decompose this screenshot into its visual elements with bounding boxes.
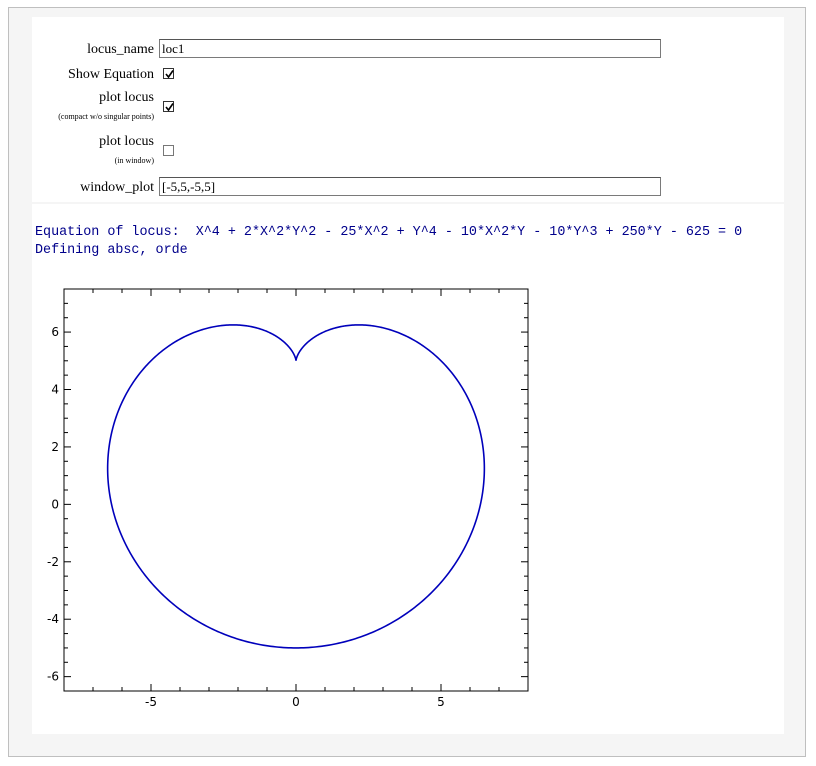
show-equation-label: Show Equation (68, 67, 154, 82)
y-tick-label: 6 (51, 325, 59, 339)
locus-plot: -5 0 5 -6 -4 -2 0 2 4 6 (47, 288, 529, 709)
locus-curve (106, 324, 486, 649)
plot-frame (63, 288, 529, 692)
plot-locus-window-checkbox[interactable] (163, 145, 174, 156)
y-tick-label: -4 (47, 612, 59, 626)
locus-name-input[interactable] (159, 39, 661, 58)
plot-locus-window-sublabel: (in window) (114, 156, 154, 165)
x-tick-label: -5 (145, 695, 157, 709)
show-equation-checkbox[interactable] (163, 68, 174, 79)
output-area: Equation of locus: X^4 + 2*X^2*Y^2 - 25*… (32, 204, 784, 734)
checkmark-icon (165, 70, 174, 79)
window-plot-input[interactable] (159, 177, 661, 196)
x-tick-label: 0 (292, 695, 300, 709)
plot-locus-compact-checkbox[interactable] (163, 101, 174, 112)
y-tick-label: -2 (47, 555, 59, 569)
y-tick-label: 0 (51, 497, 59, 511)
interact-form: locus_name Show Equation plot locus (com… (32, 17, 784, 202)
x-tick-label: 5 (437, 695, 445, 709)
checkmark-icon (165, 103, 174, 112)
y-tick-label: 4 (51, 383, 59, 397)
plot-locus-window-label: plot locus (99, 134, 154, 149)
worksheet-cell: locus_name Show Equation plot locus (com… (8, 7, 806, 757)
plot-locus-compact-sublabel: (compact w/o singular points) (58, 112, 154, 121)
locus-name-label: locus_name (87, 42, 154, 57)
plot-locus-compact-label: plot locus (99, 90, 154, 105)
plot-ticks (63, 288, 529, 692)
window-plot-label: window_plot (80, 180, 154, 195)
y-tick-label: -6 (47, 670, 59, 684)
plot-tick-labels: -5 0 5 -6 -4 -2 0 2 4 6 (47, 325, 445, 709)
y-tick-label: 2 (51, 440, 59, 454)
